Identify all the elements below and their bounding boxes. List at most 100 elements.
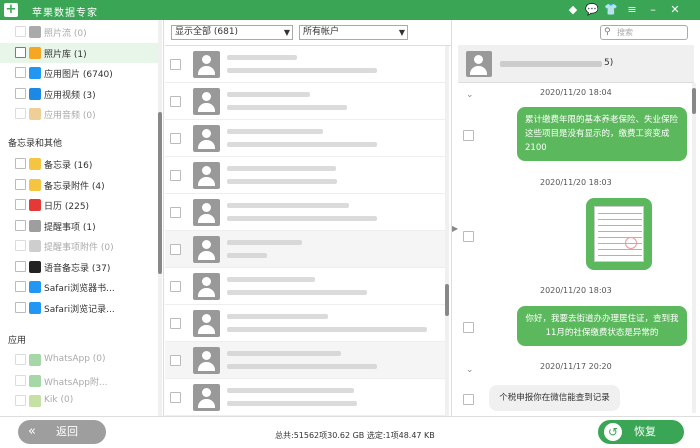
sidebar-item[interactable]: 日历 (225) [0, 195, 158, 215]
sidebar-item-checkbox[interactable] [15, 219, 26, 231]
sidebar-item[interactable]: WhatsApp附... [0, 371, 158, 391]
back-button[interactable]: « 返回 [18, 420, 106, 444]
chat-icon[interactable]: 💬 [585, 3, 599, 17]
sidebar-scrollbar[interactable] [158, 20, 162, 416]
sidebar-item-checkbox[interactable] [15, 108, 26, 119]
blurred-preview [227, 216, 377, 221]
message-checkbox[interactable] [463, 231, 474, 242]
sidebar-item[interactable]: 照片库 (1) [0, 42, 158, 63]
sidebar-item-checkbox[interactable] [15, 158, 26, 169]
message-list-row[interactable] [165, 46, 445, 83]
sidebar-item[interactable]: WhatsApp (0) [0, 350, 158, 370]
message-list-row[interactable] [165, 268, 445, 305]
sidebar-item-checkbox[interactable] [15, 240, 26, 251]
show-filter-value: 显示全部 (681) [175, 27, 239, 37]
blurred-preview [227, 105, 347, 110]
message-checkbox[interactable] [463, 130, 474, 141]
message-list-row[interactable] [165, 231, 445, 268]
list-scrollbar[interactable] [445, 46, 449, 416]
sidebar-item[interactable]: 备忘录 (16) [0, 154, 158, 174]
show-filter-dropdown[interactable]: 显示全部 (681) ▼ [171, 25, 293, 40]
camera-icon [29, 26, 41, 38]
sidebar-item-checkbox[interactable] [15, 301, 26, 313]
minimize-icon[interactable]: – [646, 3, 660, 17]
sidebar-item[interactable]: 提醒事项 (1) [0, 216, 158, 236]
message-checkbox[interactable] [463, 322, 474, 333]
chevron-down-icon[interactable]: ⌄ [466, 90, 474, 100]
close-icon[interactable]: ✕ [668, 3, 682, 17]
sidebar-item[interactable]: 应用音频 (0) [0, 104, 158, 124]
message-image-bubble[interactable] [586, 198, 652, 270]
row-checkbox[interactable] [170, 318, 181, 329]
row-checkbox[interactable] [170, 392, 181, 403]
conversation-scroll-thumb[interactable] [692, 88, 696, 114]
sidebar-item-checkbox[interactable] [15, 374, 26, 386]
sidebar-item-label: 应用图片 (6740) [44, 70, 113, 80]
sidebar-scroll-thumb[interactable] [158, 112, 162, 274]
message-list-row[interactable] [165, 194, 445, 231]
sidebar-item[interactable]: Kik (0) [0, 391, 158, 411]
contact-avatar [193, 51, 220, 78]
sidebar-item-checkbox[interactable] [15, 67, 26, 78]
row-checkbox[interactable] [170, 207, 181, 218]
message-list-row[interactable] [165, 157, 445, 194]
sidebar-item-checkbox[interactable] [15, 354, 26, 365]
blurred-sender [227, 129, 323, 134]
list-scroll-thumb[interactable] [445, 284, 449, 316]
search-input[interactable]: ⚲ 搜索 [600, 25, 688, 40]
sidebar-item-checkbox[interactable] [15, 26, 26, 37]
row-checkbox[interactable] [170, 170, 181, 181]
message-bubble-out: 你好，我要去街道办办理居住证，查到我11月的社保缴费状态是异常的 [517, 306, 687, 346]
app-logo-icon: + [4, 2, 18, 17]
reminder-attachment-icon [29, 240, 41, 252]
message-list [165, 45, 452, 416]
sidebar-item[interactable]: 照片流 (0) [0, 22, 158, 42]
row-checkbox[interactable] [170, 244, 181, 255]
sidebar-item-checkbox[interactable] [15, 395, 26, 406]
diamond-icon[interactable]: ◆ [566, 3, 580, 17]
row-checkbox[interactable] [170, 59, 181, 70]
reminder-icon [29, 219, 41, 232]
message-list-row[interactable] [165, 120, 445, 157]
sidebar-item-label: 备忘录 (16) [44, 161, 93, 171]
sidebar-item-checkbox[interactable] [15, 281, 26, 292]
restore-icon: ↺ [604, 423, 622, 441]
chevron-down-icon[interactable]: ⌄ [466, 365, 474, 375]
blurred-sender [227, 166, 336, 171]
skin-icon[interactable]: 👕 [604, 3, 618, 17]
back-button-label: 返回 [56, 425, 78, 438]
sidebar-item[interactable]: 语音备忘录 (37) [0, 257, 158, 277]
section-header-app: 应用 [8, 336, 27, 346]
message-list-row[interactable] [165, 342, 445, 379]
sidebar-item-checkbox[interactable] [15, 260, 26, 272]
sidebar-item-checkbox[interactable] [15, 178, 26, 190]
sidebar-item[interactable]: 备忘录附件 (4) [0, 175, 158, 195]
sidebar-item[interactable]: Safari浏览记录... [0, 298, 158, 318]
sidebar-item[interactable]: Safari浏览器书... [0, 277, 158, 297]
message-list-row[interactable] [165, 83, 445, 120]
restore-button[interactable]: ↺ 恢复 [598, 420, 684, 444]
message-time: 2020/11/20 18:03 [540, 178, 612, 187]
message-checkbox[interactable] [463, 394, 474, 405]
account-filter-dropdown[interactable]: 所有帐户 ▼ [299, 25, 408, 40]
sidebar-item[interactable]: 应用图片 (6740) [0, 63, 158, 83]
contact-avatar [466, 51, 492, 77]
row-checkbox[interactable] [170, 281, 181, 292]
menu-icon[interactable]: ≡ [625, 3, 639, 17]
row-checkbox[interactable] [170, 96, 181, 107]
sidebar-item-checkbox[interactable] [15, 199, 26, 210]
message-list-row[interactable] [165, 305, 445, 342]
sidebar-item-checkbox[interactable] [15, 46, 26, 58]
row-checkbox[interactable] [170, 355, 181, 366]
sidebar-item-label: 照片流 (0) [44, 29, 87, 39]
safari-icon [29, 281, 41, 293]
sidebar-item-checkbox[interactable] [15, 87, 26, 99]
conversation-scrollbar[interactable] [692, 83, 696, 413]
sidebar-item[interactable]: 应用视频 (3) [0, 84, 158, 104]
image-icon [29, 67, 41, 79]
kik-icon [29, 395, 41, 407]
message-list-row[interactable] [165, 379, 445, 416]
row-checkbox[interactable] [170, 133, 181, 144]
sidebar-item[interactable]: 提醒事项附件 (0) [0, 236, 158, 256]
calendar-icon [29, 199, 41, 211]
